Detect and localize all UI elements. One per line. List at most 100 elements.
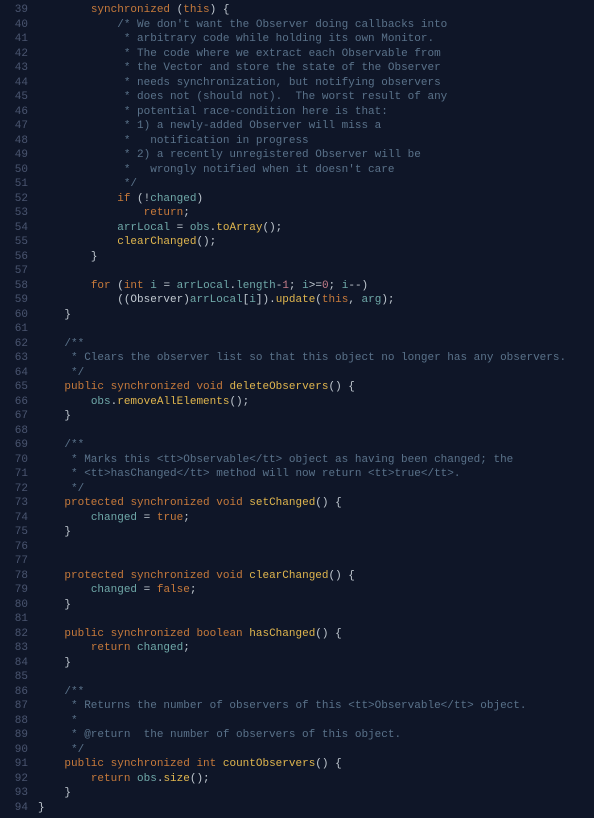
code-line[interactable]: /** [38,438,594,453]
code-line[interactable]: * wrongly notified when it doesn't care [38,163,594,178]
code-line[interactable]: changed = true; [38,511,594,526]
token-kw: this [183,4,209,16]
code-line[interactable]: * potential race-condition here is that: [38,105,594,120]
code-line[interactable]: * The code where we extract each Observa… [38,47,594,62]
code-line[interactable] [38,264,594,279]
code-line[interactable]: /* We don't want the Observer doing call… [38,18,594,33]
code-line[interactable]: */ [38,482,594,497]
code-line[interactable]: if (!changed) [38,192,594,207]
code-line[interactable] [38,554,594,569]
code-line[interactable]: * the Vector and store the state of the … [38,61,594,76]
code-line[interactable] [38,540,594,555]
token-pl: () { [329,381,355,393]
code-line[interactable]: * 1) a newly-added Observer will miss a [38,119,594,134]
code-line[interactable]: changed = false; [38,583,594,598]
code-line[interactable]: * [38,714,594,729]
token-pl: ; [289,280,302,292]
token-pl: ) { [210,4,230,16]
line-number: 70 [0,453,38,468]
code-line[interactable]: * does not (should not). The worst resul… [38,90,594,105]
token-var: arg [362,294,382,306]
line-number: 64 [0,366,38,381]
code-line[interactable] [38,424,594,439]
code-area[interactable]: synchronized (this) { /* We don't want t… [38,3,594,815]
token-cmt: */ [64,367,84,379]
code-line[interactable]: arrLocal = obs.toArray(); [38,221,594,236]
code-line[interactable]: } [38,786,594,801]
code-line[interactable]: obs.removeAllElements(); [38,395,594,410]
code-line[interactable]: return obs.size(); [38,772,594,787]
code-line[interactable]: /** [38,337,594,352]
line-number: 57 [0,264,38,279]
code-line[interactable]: protected synchronized void clearChanged… [38,569,594,584]
token-cmt: /** [64,439,84,451]
code-line[interactable]: public synchronized void deleteObservers… [38,380,594,395]
code-line[interactable] [38,670,594,685]
code-line[interactable]: /** [38,685,594,700]
token-kw: public [64,381,104,393]
line-number: 61 [0,322,38,337]
token-kw: int [124,280,144,292]
token-num: 0 [322,280,329,292]
code-line[interactable]: } [38,801,594,816]
code-line[interactable]: synchronized (this) { [38,3,594,18]
line-number: 89 [0,728,38,743]
code-line[interactable]: * Clears the observer list so that this … [38,351,594,366]
token-var: obs [91,396,111,408]
code-line[interactable]: } [38,598,594,613]
code-line[interactable]: protected synchronized void setChanged()… [38,496,594,511]
line-number: 92 [0,772,38,787]
code-line[interactable]: } [38,525,594,540]
code-line[interactable]: * needs synchronization, but notifying o… [38,76,594,91]
token-fn: clearChanged [249,570,328,582]
token-cmt: * Returns the number of observers of thi… [64,700,526,712]
code-line[interactable]: * <tt>hasChanged</tt> method will now re… [38,467,594,482]
token-kw: return [144,207,184,219]
code-line[interactable]: public synchronized int countObservers()… [38,757,594,772]
code-line[interactable]: return changed; [38,641,594,656]
line-number: 63 [0,351,38,366]
code-line[interactable]: */ [38,177,594,192]
token-cmt: * Clears the observer list so that this … [64,352,566,364]
code-line[interactable]: } [38,250,594,265]
code-line[interactable] [38,612,594,627]
code-line[interactable]: clearChanged(); [38,235,594,250]
code-line[interactable]: } [38,308,594,323]
code-line[interactable]: * 2) a recently unregistered Observer wi… [38,148,594,163]
line-number: 72 [0,482,38,497]
token-pl: (); [196,236,216,248]
token-cmt: * 2) a recently unregistered Observer wi… [117,149,421,161]
code-line[interactable]: public synchronized boolean hasChanged()… [38,627,594,642]
token-pl: (); [229,396,249,408]
token-pl: ; [183,207,190,219]
token-pl: () { [315,758,341,770]
code-line[interactable]: * Marks this <tt>Observable</tt> object … [38,453,594,468]
code-line[interactable] [38,322,594,337]
code-line[interactable]: } [38,409,594,424]
code-line[interactable]: * Returns the number of observers of thi… [38,699,594,714]
token-var: changed [91,512,137,524]
token-kw: synchronized [130,497,209,509]
code-line[interactable]: */ [38,366,594,381]
token-pl: } [64,599,71,611]
token-cmt: * potential race-condition here is that: [117,106,388,118]
code-line[interactable]: * arbitrary code while holding its own M… [38,32,594,47]
line-number: 53 [0,206,38,221]
line-number: 55 [0,235,38,250]
code-line[interactable]: return; [38,206,594,221]
code-line[interactable]: } [38,656,594,671]
code-line[interactable]: * notification in progress [38,134,594,149]
token-pl [104,758,111,770]
code-editor[interactable]: 3940414243444546474849505152535455565758… [0,0,594,818]
token-cmt: /** [64,686,84,698]
code-line[interactable]: ((Observer)arrLocal[i]).update(this, arg… [38,293,594,308]
line-number: 54 [0,221,38,236]
line-number: 77 [0,554,38,569]
token-var: arrLocal [190,294,243,306]
token-cmt: * arbitrary code while holding its own M… [117,33,434,45]
code-line[interactable]: for (int i = arrLocal.length-1; i>=0; i-… [38,279,594,294]
token-cmt: /** [64,338,84,350]
code-line[interactable]: * @return the number of observers of thi… [38,728,594,743]
code-line[interactable]: */ [38,743,594,758]
token-fn: update [276,294,316,306]
